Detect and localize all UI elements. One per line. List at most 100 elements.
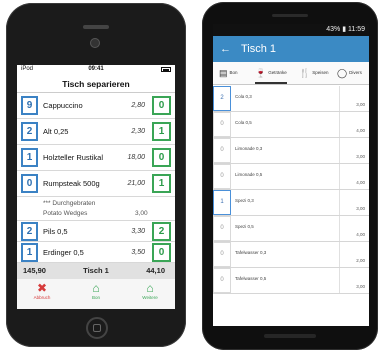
item-name: Cappuccino [43, 101, 83, 110]
tab-label: Getränke [268, 70, 287, 76]
tab-getraenke[interactable]: 🍷 Getränke [255, 62, 287, 84]
qty-box[interactable]: 0 [213, 242, 231, 267]
qty-box[interactable]: 2 [213, 86, 231, 111]
product-row[interactable]: 2 Cola 0,3 3,00 [213, 86, 369, 112]
bon-button[interactable]: ⌂ Bon [76, 281, 116, 300]
product-price: 2,00 [356, 258, 365, 263]
cancel-button[interactable]: ✖ Abbruch [22, 281, 62, 300]
bottom-grille [264, 334, 316, 338]
home-button[interactable] [86, 317, 108, 339]
iphone-device: iPod 09:41 Tisch separieren 9 Cappuccino… [6, 3, 186, 347]
product-name: Cola 0,5 [235, 120, 252, 125]
cutlery-icon: 🍴 [299, 68, 311, 78]
product-row[interactable]: 0 Tafelwasser 0,3 2,00 [213, 242, 369, 268]
earpiece-speaker [83, 25, 109, 29]
status-time: 09:41 [88, 66, 104, 72]
tab-label: Abbruch [33, 295, 51, 300]
item-price: 3,50 [131, 249, 145, 256]
product-price: 4,00 [356, 180, 365, 185]
product-name: Limonade 0,3 [235, 146, 263, 151]
app-bar-title: Tisch 1 [241, 43, 277, 55]
category-tabs: ▤ Bon 🍷 Getränke 🍴 Speisen ◯ Divers [213, 62, 369, 85]
item-note: *** Durchgebraten Potato Wedges 3,00 [17, 197, 175, 221]
earpiece-speaker [272, 14, 308, 17]
target-qty-box[interactable]: 1 [152, 122, 171, 141]
product-row[interactable]: 0 Limonade 0,3 3,00 [213, 138, 369, 164]
target-qty-box[interactable]: 0 [152, 243, 171, 262]
qty-box[interactable]: 0 [213, 164, 231, 189]
product-name: Cola 0,3 [235, 94, 252, 99]
more-button[interactable]: ⌂ Weitere [130, 281, 170, 300]
android-status-bar: 43% ▮ 11:59 [213, 24, 369, 36]
status-indicators: 43% ▮ 11:59 [326, 26, 365, 33]
tab-label: Bon [229, 70, 238, 76]
back-arrow-icon[interactable]: ← [220, 36, 231, 62]
tab-divers[interactable]: ◯ Divers [337, 62, 362, 84]
target-qty-box[interactable]: 0 [152, 148, 171, 167]
qty-box[interactable]: 0 [213, 268, 231, 293]
divider [339, 164, 340, 189]
product-price: 3,00 [356, 206, 365, 211]
qty-box[interactable]: 0 [213, 216, 231, 241]
product-row[interactable]: 1 Spezi 0,3 3,00 [213, 190, 369, 216]
qty-box[interactable]: 1 [213, 190, 231, 215]
item-price: 21,00 [127, 180, 145, 187]
item-name: Alt 0,25 [43, 127, 69, 136]
source-qty-box[interactable]: 2 [21, 222, 38, 241]
ios-screen: iPod 09:41 Tisch separieren 9 Cappuccino… [17, 65, 175, 309]
order-row[interactable]: 2 Pils 0,5 3,30 2 [17, 221, 175, 242]
target-qty-box[interactable]: 2 [152, 222, 171, 241]
product-name: Limonade 0,5 [235, 172, 263, 177]
source-qty-box[interactable]: 9 [21, 96, 38, 115]
tab-bon[interactable]: ▤ Bon [219, 62, 238, 84]
note-line: Potato Wedges [43, 210, 88, 217]
note-price: 3,00 [135, 210, 148, 217]
order-row[interactable]: 0 Rumpsteak 500g 21,00 1 [17, 171, 175, 197]
product-name: Tafelwasser 0,5 [235, 276, 267, 281]
item-price: 18,00 [127, 154, 145, 161]
app-bar: ← Tisch 1 [213, 36, 369, 62]
target-total: 44,10 [146, 266, 165, 275]
target-qty-box[interactable]: 1 [152, 174, 171, 193]
source-qty-box[interactable]: 1 [21, 243, 38, 262]
bottom-toolbar: ✖ Abbruch ⌂ Bon ⌂ Weitere [17, 279, 175, 309]
qty-box[interactable]: 0 [213, 138, 231, 163]
totals-bar: 145,90 Tisch 1 44,10 [17, 263, 175, 279]
item-name: Erdinger 0,5 [43, 248, 84, 257]
item-name: Pils 0,5 [43, 227, 68, 236]
product-row[interactable]: 0 Tafelwasser 0,5 3,00 [213, 268, 369, 294]
order-row[interactable]: 1 Holzteller Rustikal 18,00 0 [17, 145, 175, 171]
front-camera [90, 38, 100, 48]
divider [339, 216, 340, 241]
circle-icon: ◯ [337, 68, 348, 78]
product-row[interactable]: 0 Cola 0,5 4,00 [213, 112, 369, 138]
product-row[interactable]: 0 Limonade 0,5 4,00 [213, 164, 369, 190]
divider [339, 268, 340, 293]
order-row[interactable]: 9 Cappuccino 2,80 0 [17, 93, 175, 119]
item-name: Rumpsteak 500g [43, 179, 100, 188]
divider [339, 190, 340, 215]
close-icon: ✖ [36, 281, 48, 295]
tab-label: Weitere [142, 295, 158, 300]
tab-label: Bon [91, 295, 100, 300]
product-row[interactable]: 0 Spezi 0,5 4,00 [213, 216, 369, 242]
item-price: 2,80 [131, 102, 145, 109]
order-row[interactable]: 2 Alt 0,25 2,30 1 [17, 119, 175, 145]
tab-speisen[interactable]: 🍴 Speisen [299, 62, 328, 84]
divider [339, 138, 340, 163]
product-price: 3,00 [356, 284, 365, 289]
product-price: 3,00 [356, 154, 365, 159]
page-title: Tisch separieren [17, 76, 175, 93]
order-row[interactable]: 1 Erdinger 0,5 3,50 0 [17, 242, 175, 263]
qty-box[interactable]: 0 [213, 112, 231, 137]
source-qty-box[interactable]: 2 [21, 122, 38, 141]
divider [339, 86, 340, 111]
source-qty-box[interactable]: 1 [21, 148, 38, 167]
house-icon: ⌂ [92, 281, 100, 295]
receipt-icon: ▤ [219, 68, 228, 78]
item-price: 3,30 [131, 228, 145, 235]
source-qty-box[interactable]: 0 [21, 174, 38, 193]
glass-icon: 🍷 [255, 68, 267, 78]
product-name: Spezi 0,5 [235, 224, 254, 229]
target-qty-box[interactable]: 0 [152, 96, 171, 115]
